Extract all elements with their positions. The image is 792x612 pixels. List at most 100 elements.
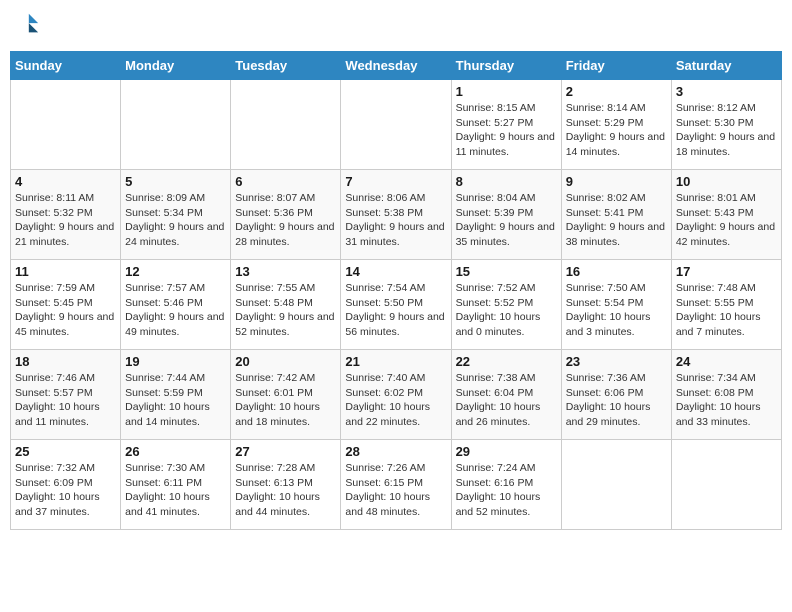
day-cell: 7 Sunrise: 8:06 AM Sunset: 5:38 PM Daylig… — [341, 170, 451, 260]
day-number: 4 — [15, 174, 116, 189]
week-row-1: 1Sunrise: 8:15 AM Sunset: 5:27 PM Daylig… — [11, 80, 782, 170]
day-number: 6 — [235, 174, 336, 189]
week-row-4: 18 Sunrise: 7:46 AM Sunset: 5:57 PM Dayli… — [11, 350, 782, 440]
day-info: Sunrise: 8:06 AM Sunset: 5:38 PM Dayligh… — [345, 191, 446, 250]
day-cell: 29 Sunrise: 7:24 AM Sunset: 6:16 PM Dayli… — [451, 440, 561, 530]
week-row-2: 4 Sunrise: 8:11 AM Sunset: 5:32 PM Daylig… — [11, 170, 782, 260]
day-info: Sunrise: 7:50 AM Sunset: 5:54 PM Dayligh… — [566, 281, 667, 340]
calendar-table: SundayMondayTuesdayWednesdayThursdayFrid… — [10, 51, 782, 530]
day-cell: 1Sunrise: 8:15 AM Sunset: 5:27 PM Daylig… — [451, 80, 561, 170]
day-number: 24 — [676, 354, 777, 369]
day-cell — [341, 80, 451, 170]
day-cell: 24 Sunrise: 7:34 AM Sunset: 6:08 PM Dayli… — [671, 350, 781, 440]
day-info: Sunrise: 7:36 AM Sunset: 6:06 PM Dayligh… — [566, 371, 667, 430]
day-number: 23 — [566, 354, 667, 369]
day-cell: 18 Sunrise: 7:46 AM Sunset: 5:57 PM Dayli… — [11, 350, 121, 440]
col-header-saturday: Saturday — [671, 52, 781, 80]
day-number: 21 — [345, 354, 446, 369]
week-row-5: 25 Sunrise: 7:32 AM Sunset: 6:09 PM Dayli… — [11, 440, 782, 530]
day-cell: 27 Sunrise: 7:28 AM Sunset: 6:13 PM Dayli… — [231, 440, 341, 530]
day-info: Sunrise: 8:02 AM Sunset: 5:41 PM Dayligh… — [566, 191, 667, 250]
logo — [10, 10, 40, 43]
day-info: Sunrise: 7:57 AM Sunset: 5:46 PM Dayligh… — [125, 281, 226, 340]
day-number: 22 — [456, 354, 557, 369]
day-number: 8 — [456, 174, 557, 189]
day-cell: 23 Sunrise: 7:36 AM Sunset: 6:06 PM Dayli… — [561, 350, 671, 440]
day-info: Sunrise: 7:32 AM Sunset: 6:09 PM Dayligh… — [15, 461, 116, 520]
day-info: Sunrise: 7:59 AM Sunset: 5:45 PM Dayligh… — [15, 281, 116, 340]
day-cell: 28 Sunrise: 7:26 AM Sunset: 6:15 PM Dayli… — [341, 440, 451, 530]
day-number: 25 — [15, 444, 116, 459]
day-info: Sunrise: 8:11 AM Sunset: 5:32 PM Dayligh… — [15, 191, 116, 250]
day-number: 10 — [676, 174, 777, 189]
day-info: Sunrise: 8:07 AM Sunset: 5:36 PM Dayligh… — [235, 191, 336, 250]
week-row-3: 11 Sunrise: 7:59 AM Sunset: 5:45 PM Dayli… — [11, 260, 782, 350]
day-number: 16 — [566, 264, 667, 279]
day-cell: 3 Sunrise: 8:12 AM Sunset: 5:30 PM Daylig… — [671, 80, 781, 170]
day-cell: 11 Sunrise: 7:59 AM Sunset: 5:45 PM Dayli… — [11, 260, 121, 350]
day-cell — [121, 80, 231, 170]
day-cell: 22 Sunrise: 7:38 AM Sunset: 6:04 PM Dayli… — [451, 350, 561, 440]
day-number: 12 — [125, 264, 226, 279]
day-cell — [231, 80, 341, 170]
day-info: Sunrise: 8:09 AM Sunset: 5:34 PM Dayligh… — [125, 191, 226, 250]
day-cell: 5 Sunrise: 8:09 AM Sunset: 5:34 PM Daylig… — [121, 170, 231, 260]
col-header-tuesday: Tuesday — [231, 52, 341, 80]
day-cell: 16 Sunrise: 7:50 AM Sunset: 5:54 PM Dayli… — [561, 260, 671, 350]
day-cell: 15 Sunrise: 7:52 AM Sunset: 5:52 PM Dayli… — [451, 260, 561, 350]
day-info: Sunrise: 7:48 AM Sunset: 5:55 PM Dayligh… — [676, 281, 777, 340]
day-number: 13 — [235, 264, 336, 279]
day-cell: 10 Sunrise: 8:01 AM Sunset: 5:43 PM Dayli… — [671, 170, 781, 260]
day-number: 1 — [456, 84, 557, 99]
day-info: Sunrise: 8:01 AM Sunset: 5:43 PM Dayligh… — [676, 191, 777, 250]
day-number: 17 — [676, 264, 777, 279]
col-header-monday: Monday — [121, 52, 231, 80]
day-cell: 12 Sunrise: 7:57 AM Sunset: 5:46 PM Dayli… — [121, 260, 231, 350]
day-cell: 2 Sunrise: 8:14 AM Sunset: 5:29 PM Daylig… — [561, 80, 671, 170]
day-cell: 14 Sunrise: 7:54 AM Sunset: 5:50 PM Dayli… — [341, 260, 451, 350]
day-cell: 4 Sunrise: 8:11 AM Sunset: 5:32 PM Daylig… — [11, 170, 121, 260]
day-info: Sunrise: 7:40 AM Sunset: 6:02 PM Dayligh… — [345, 371, 446, 430]
day-cell — [561, 440, 671, 530]
day-cell: 21 Sunrise: 7:40 AM Sunset: 6:02 PM Dayli… — [341, 350, 451, 440]
day-cell — [11, 80, 121, 170]
day-number: 2 — [566, 84, 667, 99]
day-info: Sunrise: 7:42 AM Sunset: 6:01 PM Dayligh… — [235, 371, 336, 430]
day-number: 7 — [345, 174, 446, 189]
day-number: 27 — [235, 444, 336, 459]
day-number: 3 — [676, 84, 777, 99]
day-info: Sunrise: 8:12 AM Sunset: 5:30 PM Dayligh… — [676, 101, 777, 160]
day-number: 26 — [125, 444, 226, 459]
header — [10, 10, 782, 43]
day-info: Sunrise: 7:38 AM Sunset: 6:04 PM Dayligh… — [456, 371, 557, 430]
day-info: Sunrise: 7:54 AM Sunset: 5:50 PM Dayligh… — [345, 281, 446, 340]
day-number: 11 — [15, 264, 116, 279]
day-info: Sunrise: 8:14 AM Sunset: 5:29 PM Dayligh… — [566, 101, 667, 160]
logo-icon — [12, 10, 40, 38]
day-info: Sunrise: 7:24 AM Sunset: 6:16 PM Dayligh… — [456, 461, 557, 520]
day-info: Sunrise: 7:55 AM Sunset: 5:48 PM Dayligh… — [235, 281, 336, 340]
day-info: Sunrise: 7:46 AM Sunset: 5:57 PM Dayligh… — [15, 371, 116, 430]
day-info: Sunrise: 7:26 AM Sunset: 6:15 PM Dayligh… — [345, 461, 446, 520]
day-number: 29 — [456, 444, 557, 459]
day-info: Sunrise: 7:28 AM Sunset: 6:13 PM Dayligh… — [235, 461, 336, 520]
day-info: Sunrise: 7:30 AM Sunset: 6:11 PM Dayligh… — [125, 461, 226, 520]
day-cell: 8 Sunrise: 8:04 AM Sunset: 5:39 PM Daylig… — [451, 170, 561, 260]
day-number: 28 — [345, 444, 446, 459]
day-number: 14 — [345, 264, 446, 279]
day-cell: 26 Sunrise: 7:30 AM Sunset: 6:11 PM Dayli… — [121, 440, 231, 530]
day-info: Sunrise: 8:04 AM Sunset: 5:39 PM Dayligh… — [456, 191, 557, 250]
day-cell: 9Sunrise: 8:02 AM Sunset: 5:41 PM Daylig… — [561, 170, 671, 260]
day-cell: 20 Sunrise: 7:42 AM Sunset: 6:01 PM Dayli… — [231, 350, 341, 440]
day-number: 15 — [456, 264, 557, 279]
col-header-sunday: Sunday — [11, 52, 121, 80]
header-row: SundayMondayTuesdayWednesdayThursdayFrid… — [11, 52, 782, 80]
day-info: Sunrise: 7:52 AM Sunset: 5:52 PM Dayligh… — [456, 281, 557, 340]
day-number: 19 — [125, 354, 226, 369]
day-number: 5 — [125, 174, 226, 189]
day-number: 18 — [15, 354, 116, 369]
day-cell: 17 Sunrise: 7:48 AM Sunset: 5:55 PM Dayli… — [671, 260, 781, 350]
day-number: 20 — [235, 354, 336, 369]
day-info: Sunrise: 7:34 AM Sunset: 6:08 PM Dayligh… — [676, 371, 777, 430]
day-info: Sunrise: 7:44 AM Sunset: 5:59 PM Dayligh… — [125, 371, 226, 430]
